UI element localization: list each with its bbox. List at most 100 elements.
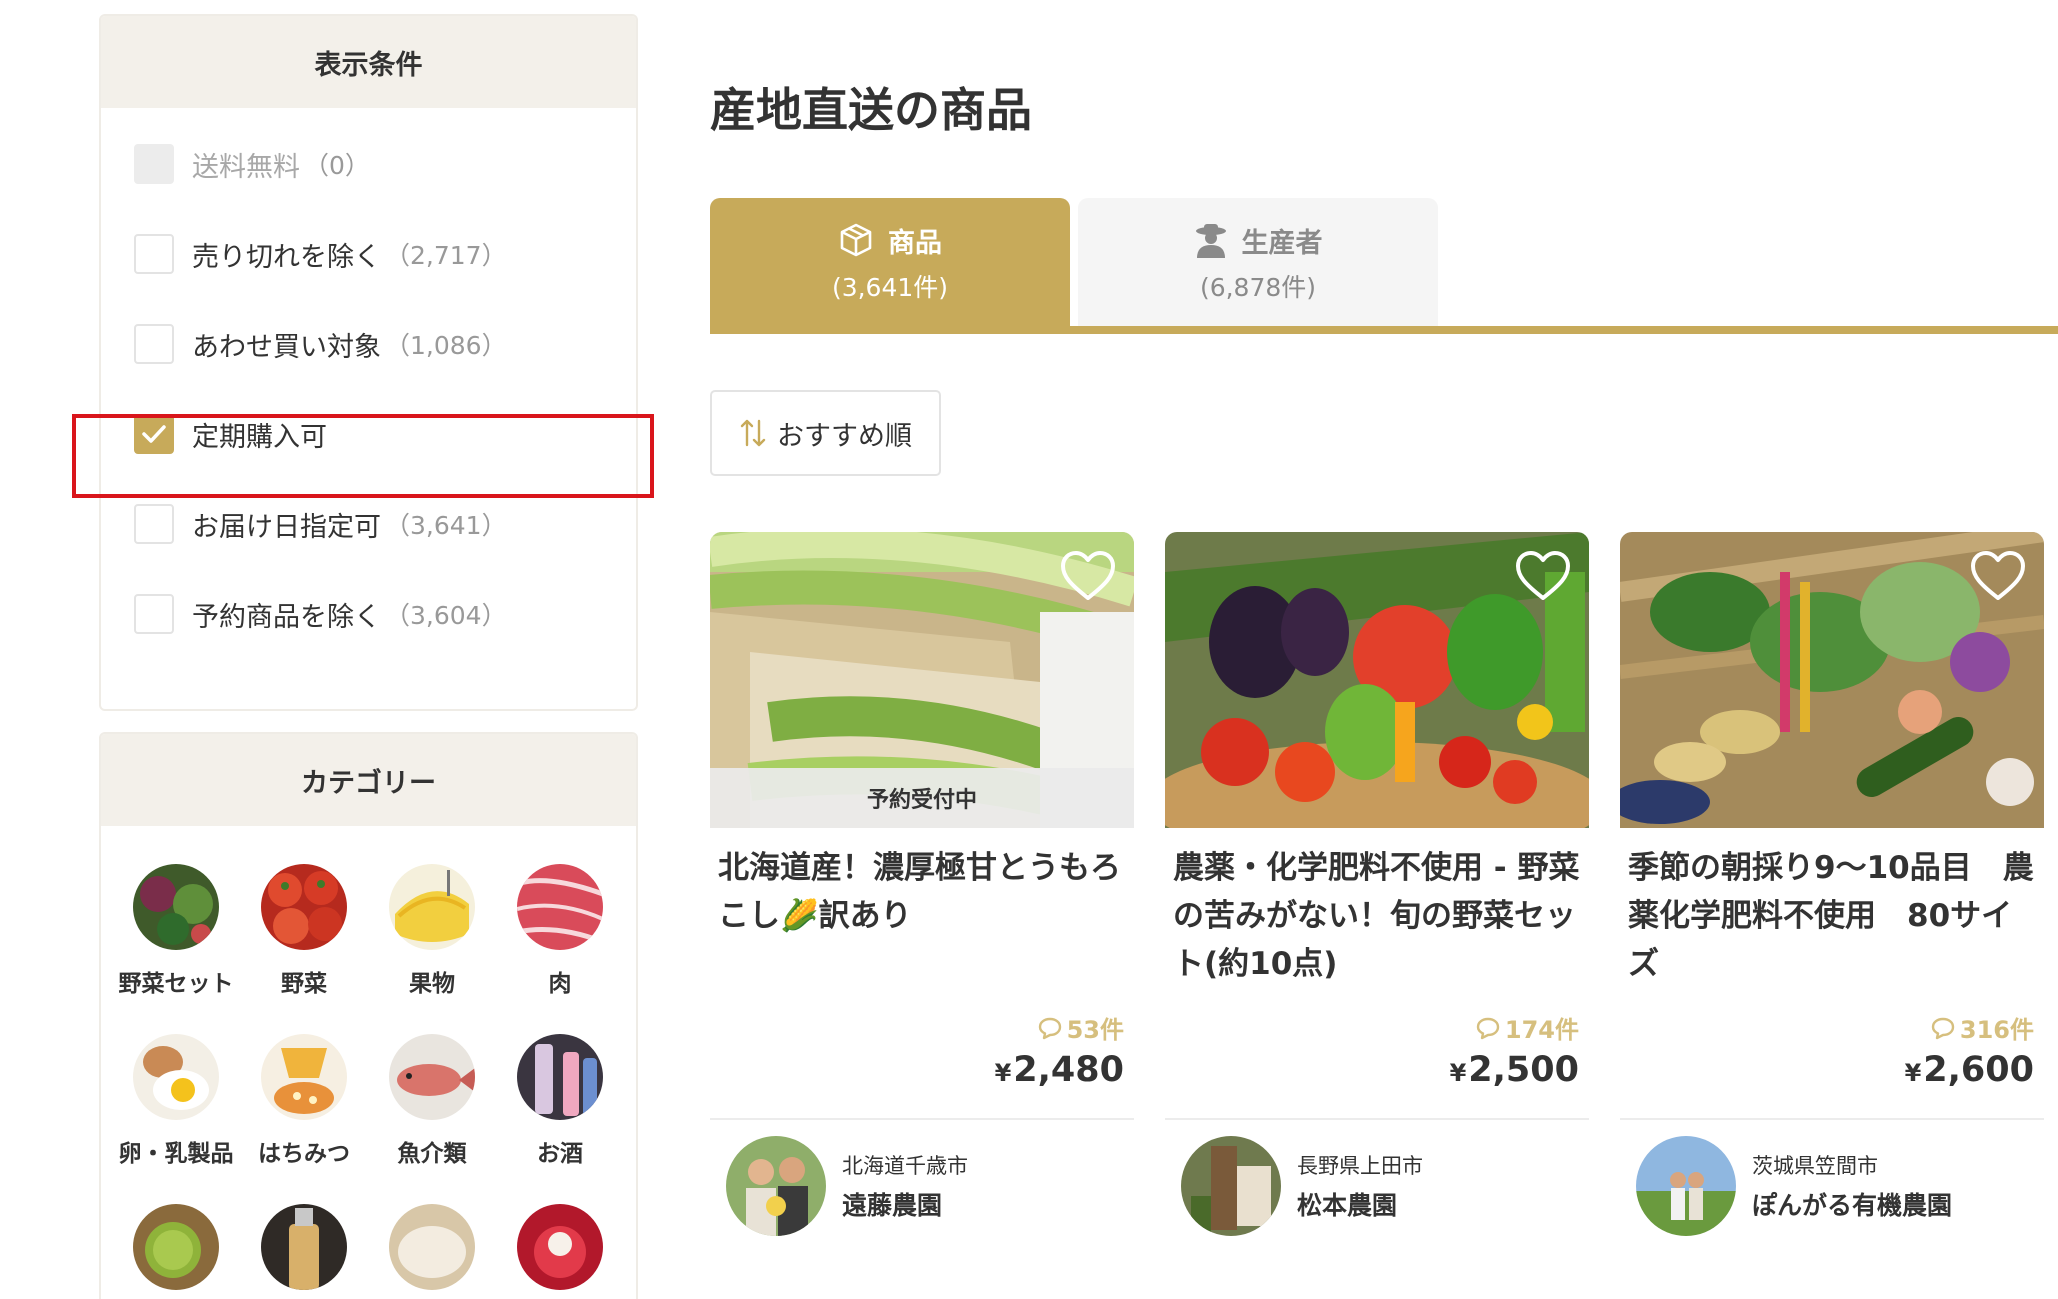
comment-icon [1476, 1017, 1500, 1039]
vegetable-set-photo [133, 864, 219, 950]
product-image[interactable] [1620, 532, 2044, 828]
favorite-heart-icon[interactable] [1515, 550, 1571, 602]
category-alcohol[interactable]: お酒 [495, 1034, 625, 1168]
filter-label: 予約商品を除く [192, 601, 381, 633]
review-count: 316件 [1930, 1010, 2034, 1045]
checkbox[interactable] [134, 594, 174, 634]
filter-bundle-purchase[interactable]: あわせ買い対象 （1,086） [134, 314, 507, 374]
producer-name: ぽんがる有機農園 [1752, 1191, 1953, 1220]
price-value: 2,480 [1013, 1050, 1124, 1090]
category-seafood[interactable]: 魚介類 [367, 1034, 497, 1168]
filter-exclude-preorder[interactable]: 予約商品を除く （3,604） [134, 584, 507, 644]
category-honey[interactable]: はちみつ [239, 1034, 369, 1168]
honey-photo [261, 1034, 347, 1120]
tab-producers[interactable]: 生産者 (6,878件) [1078, 198, 1438, 326]
category-panel-title: カテゴリー [101, 734, 636, 826]
product-price: ¥2,480 [995, 1050, 1124, 1090]
sort-label: おすすめ順 [777, 420, 912, 452]
producer-location: 茨城県笠間市 [1752, 1154, 1878, 1178]
producer-avatar [726, 1136, 826, 1236]
review-count: 174件 [1475, 1010, 1579, 1045]
category-panel: カテゴリー 野菜セット 野菜 果物 肉 卵・乳製品 はちみつ 魚介類 お酒 [99, 732, 638, 1299]
category-rice[interactable] [367, 1204, 497, 1299]
producer-location: 長野県上田市 [1297, 1154, 1423, 1178]
tab-products[interactable]: 商品 (3,641件) [710, 198, 1070, 326]
producer-name: 松本農園 [1297, 1191, 1398, 1220]
tab-label: 商品 [888, 227, 942, 259]
divider [1620, 1118, 2044, 1120]
product-title[interactable]: 農薬・化学肥料不使用 - 野菜の苦みがない！旬の野菜セット(約10点) [1165, 844, 1589, 994]
producer-link[interactable]: 北海道千歳市 遠藤農園 [726, 1136, 968, 1236]
review-count-text: 53件 [1066, 1016, 1124, 1044]
checkbox[interactable] [134, 234, 174, 274]
producer-avatar [1181, 1136, 1281, 1236]
category-label: はちみつ [258, 1141, 350, 1167]
filter-count: （3,641） [385, 511, 507, 540]
category-label: 肉 [548, 971, 572, 997]
category-vegetable-set[interactable]: 野菜セット [111, 864, 241, 998]
product-card[interactable]: 季節の朝採り9～10品目 農薬化学肥料不使用 80サイズ 316件 ¥2,600… [1620, 532, 2044, 1236]
category-label: お酒 [537, 1141, 583, 1167]
producer-link[interactable]: 茨城県笠間市 ぽんがる有機農園 [1636, 1136, 1952, 1236]
tab-count: (3,641件) [831, 272, 949, 302]
category-sweets[interactable] [495, 1204, 625, 1299]
filter-label: 送料無料 [192, 151, 300, 183]
product-card[interactable]: 農薬・化学肥料不使用 - 野菜の苦みがない！旬の野菜セット(約10点) 174件… [1165, 532, 1589, 1236]
producer-name: 遠藤農園 [842, 1191, 943, 1220]
product-image[interactable]: 予約受付中 [710, 532, 1134, 828]
filter-exclude-sold-out[interactable]: 売り切れを除く （2,717） [134, 224, 507, 284]
currency-symbol: ¥ [994, 1059, 1012, 1087]
filter-panel-title: 表示条件 [101, 16, 636, 108]
currency-symbol: ¥ [1449, 1059, 1467, 1087]
filter-label: お届け日指定可 [192, 511, 381, 543]
highlight-annotation-box [72, 414, 654, 498]
category-vegetables[interactable]: 野菜 [239, 864, 369, 998]
category-label: 魚介類 [397, 1141, 467, 1167]
product-image[interactable] [1165, 532, 1589, 828]
review-count: 53件 [1037, 1010, 1124, 1045]
comment-icon [1931, 1017, 1955, 1039]
egg-photo [133, 1034, 219, 1120]
bottle-photo [261, 1204, 347, 1290]
producer-location: 北海道千歳市 [842, 1154, 968, 1178]
product-title[interactable]: 季節の朝採り9～10品目 農薬化学肥料不使用 80サイズ [1620, 844, 2044, 994]
filter-count: （3,604） [385, 601, 507, 630]
tab-count: (6,878件) [1199, 272, 1317, 302]
tea-photo [133, 1204, 219, 1290]
farmer-icon [1195, 224, 1226, 258]
preorder-badge: 予約受付中 [710, 768, 1134, 828]
price-value: 2,500 [1468, 1050, 1579, 1090]
favorite-heart-icon[interactable] [1970, 550, 2026, 602]
product-card[interactable]: 予約受付中 北海道産！濃厚極甘とうもろこし🌽訳あり 53件 ¥2,480 北海道… [710, 532, 1134, 1236]
producer-link[interactable]: 長野県上田市 松本農園 [1181, 1136, 1423, 1236]
fish-photo [389, 1034, 475, 1120]
category-label: 卵・乳製品 [118, 1141, 234, 1167]
category-eggs-dairy[interactable]: 卵・乳製品 [111, 1034, 241, 1168]
filter-count: （1,086） [385, 331, 507, 360]
filter-free-shipping[interactable]: 送料無料 （0） [134, 134, 370, 194]
category-beverage[interactable] [239, 1204, 369, 1299]
page-title: 産地直送の商品 [710, 83, 1032, 137]
category-meat[interactable]: 肉 [495, 864, 625, 998]
favorite-heart-icon[interactable] [1060, 550, 1116, 602]
price-value: 2,600 [1923, 1050, 2034, 1090]
divider [710, 1118, 1134, 1120]
filter-panel: 表示条件 送料無料 （0） 売り切れを除く （2,717） あわせ買い対象 （1… [99, 14, 638, 711]
box-icon [840, 223, 872, 257]
tab-label: 生産者 [1241, 227, 1323, 259]
category-fruits[interactable]: 果物 [367, 864, 497, 998]
filter-delivery-date[interactable]: お届け日指定可 （3,641） [134, 494, 507, 554]
checkbox[interactable] [134, 144, 174, 184]
category-tea[interactable] [111, 1204, 241, 1299]
sort-icon [740, 419, 766, 447]
category-label: 果物 [409, 971, 455, 997]
checkbox[interactable] [134, 504, 174, 544]
product-title[interactable]: 北海道産！濃厚極甘とうもろこし🌽訳あり [710, 844, 1134, 994]
sort-dropdown-button[interactable]: おすすめ順 [710, 390, 941, 476]
producer-avatar [1636, 1136, 1736, 1236]
currency-symbol: ¥ [1904, 1059, 1922, 1087]
filter-label: あわせ買い対象 [192, 331, 381, 363]
checkbox[interactable] [134, 324, 174, 364]
tab-underline [710, 326, 2058, 334]
sake-photo [517, 1034, 603, 1120]
